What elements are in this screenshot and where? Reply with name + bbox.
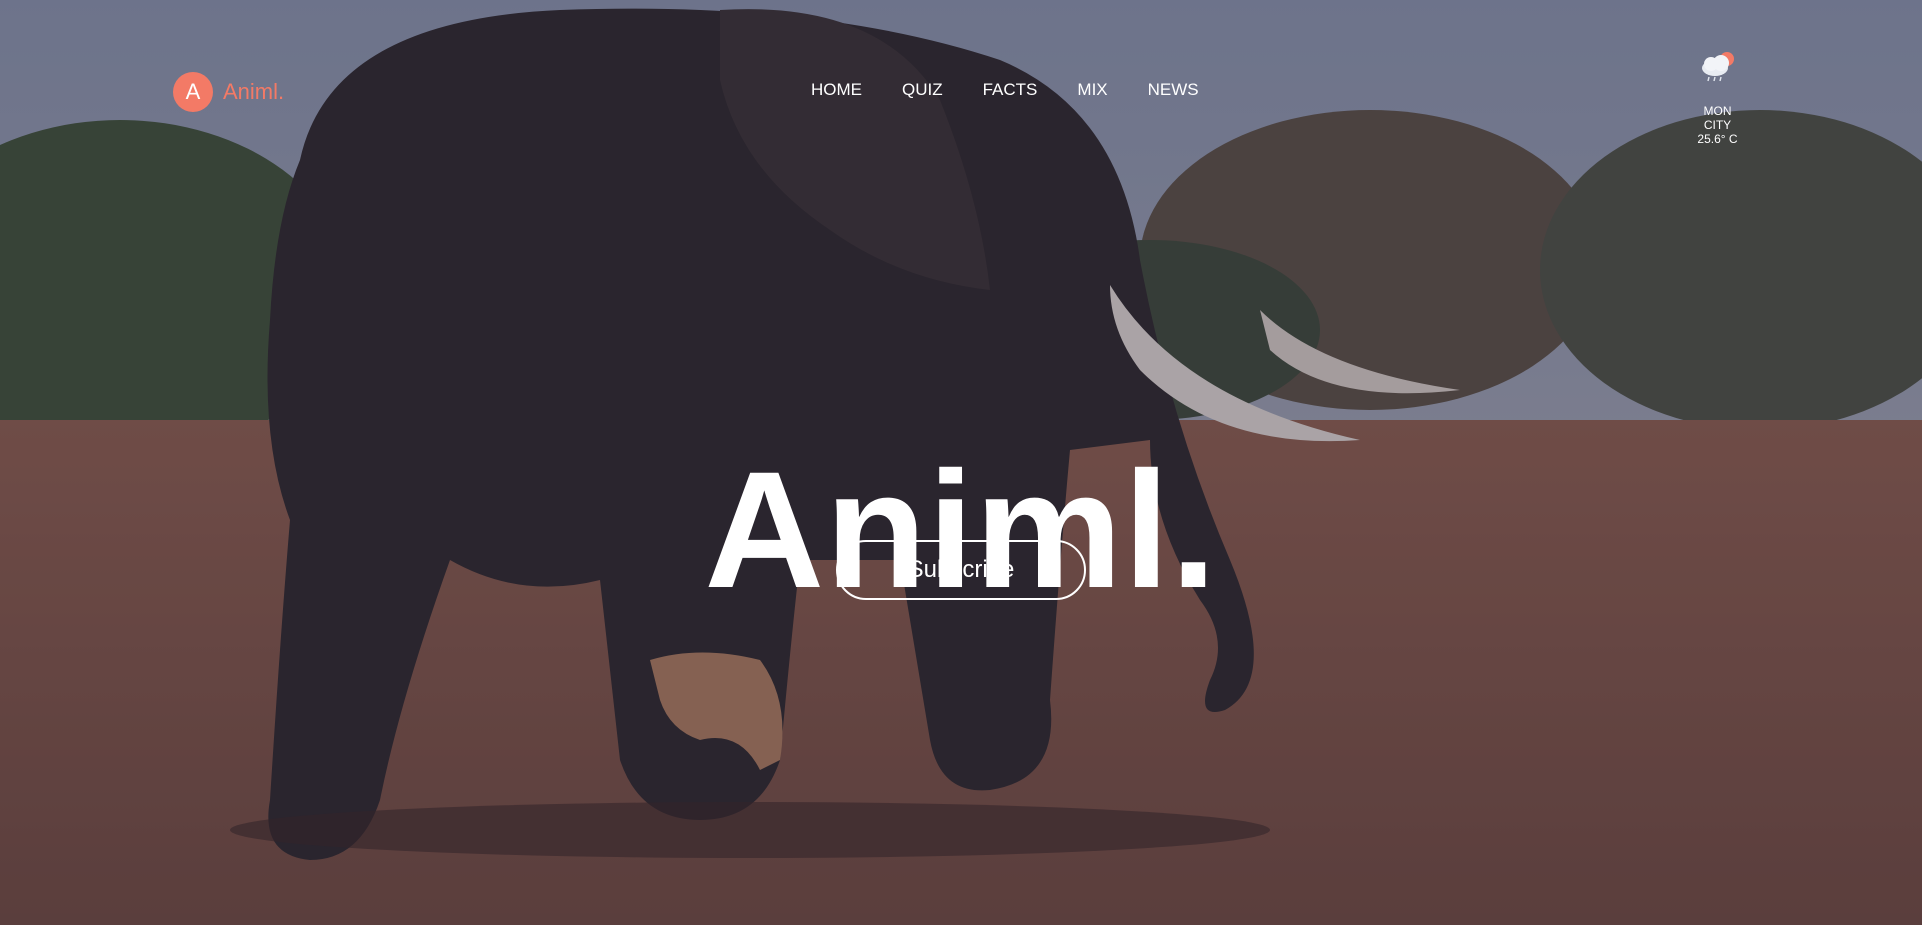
brand-logo[interactable]: A Animl. [173,72,284,112]
main-nav: HOME QUIZ FACTS MIX NEWS [811,80,1199,100]
weather-widget: MON CITY 25.6° C [1690,50,1745,146]
nav-quiz[interactable]: QUIZ [902,80,943,100]
weather-city: CITY [1703,118,1732,132]
cloud-rain-sun-icon [1701,52,1734,82]
brand-badge-icon: A [173,72,213,112]
weather-temp: 25.6° C [1697,132,1738,146]
nav-mix[interactable]: MIX [1077,80,1107,100]
nav-home[interactable]: HOME [811,80,862,100]
brand-name: Animl. [223,79,285,104]
nav-facts[interactable]: FACTS [983,80,1038,100]
nav-news[interactable]: NEWS [1148,80,1199,100]
weather-day: MON [1703,104,1732,118]
subscribe-button[interactable]: Subscribe [836,540,1086,600]
